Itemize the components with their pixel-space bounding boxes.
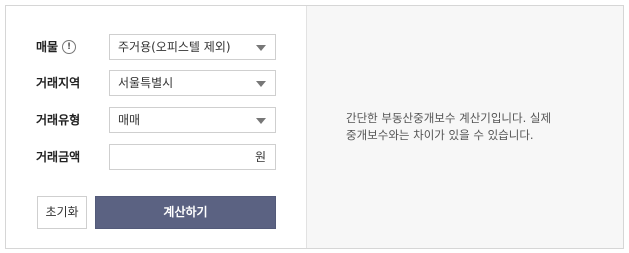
calculate-button[interactable]: 계산하기: [95, 196, 276, 229]
info-icon[interactable]: !: [62, 39, 77, 54]
description-panel: 간단한 부동산중개보수 계산기입니다. 실제 중개보수와는 차이가 있을 수 있…: [307, 6, 623, 248]
deal-type-select-value: 매매: [118, 113, 141, 127]
property-label: 매물!: [36, 34, 77, 60]
chevron-down-icon: [256, 118, 266, 124]
property-label-text: 매물: [36, 40, 59, 54]
amount-label: 거래금액: [36, 150, 81, 164]
amount-row: 거래금액 원: [6, 144, 307, 170]
property-select-value: 주거용(오피스텔 제외): [118, 40, 231, 54]
region-select-value: 서울특별시: [118, 76, 174, 90]
deal-type-select[interactable]: 매매: [109, 107, 276, 133]
amount-input[interactable]: 원: [109, 144, 276, 170]
region-select[interactable]: 서울특별시: [109, 70, 276, 96]
region-row: 거래지역 서울특별시: [6, 70, 307, 96]
region-label: 거래지역: [36, 76, 81, 90]
deal-type-row: 거래유형 매매: [6, 107, 307, 133]
deal-type-label: 거래유형: [36, 113, 81, 127]
amount-unit: 원: [254, 150, 266, 164]
reset-button[interactable]: 초기화: [37, 196, 87, 229]
property-select[interactable]: 주거용(오피스텔 제외): [109, 34, 276, 60]
property-row: 매물! 주거용(오피스텔 제외): [6, 34, 307, 60]
description-line: 중개보수와는 차이가 있을 수 있습니다.: [346, 128, 534, 142]
description-line: 간단한 부동산중개보수 계산기입니다. 실제: [346, 111, 552, 125]
description-text: 간단한 부동산중개보수 계산기입니다. 실제 중개보수와는 차이가 있을 수 있…: [346, 110, 596, 144]
chevron-down-icon: [256, 45, 266, 51]
chevron-down-icon: [256, 81, 266, 87]
brokerage-fee-calculator: 매물! 주거용(오피스텔 제외) 거래지역 서울특별시 거래유형 매매 거래금액: [5, 5, 624, 249]
calculator-form: 매물! 주거용(오피스텔 제외) 거래지역 서울특별시 거래유형 매매 거래금액: [6, 6, 307, 248]
